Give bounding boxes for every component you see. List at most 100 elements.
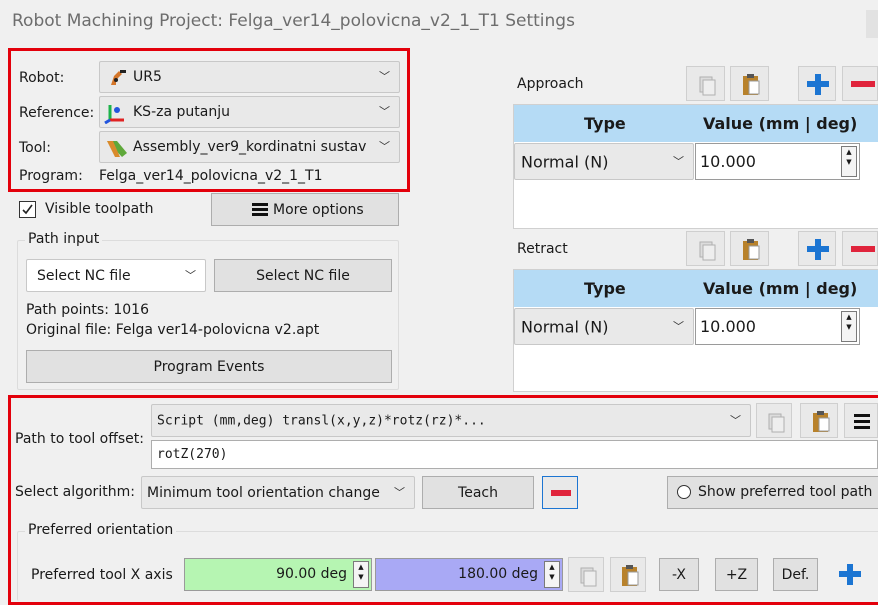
show-preferred-label: Show preferred tool path (698, 484, 873, 500)
approach-add-button[interactable] (798, 66, 836, 101)
retract-value-input[interactable]: 10.000 ▲ ▼ (695, 308, 860, 345)
nc-file-select[interactable]: Select NC file ﹀ (26, 259, 206, 292)
program-label: Program: (19, 168, 83, 184)
copy-icon (768, 413, 785, 433)
robot-label: Robot: (19, 70, 65, 86)
approach-paste-button[interactable] (730, 66, 769, 101)
minus-x-label: -X (672, 566, 686, 583)
algorithm-select[interactable]: Minimum tool orientation change ﹀ (141, 476, 415, 509)
paste-icon (743, 239, 760, 260)
tool-label: Tool: (19, 140, 51, 156)
plus-icon (807, 239, 829, 260)
chevron-down-icon: ﹀ (394, 485, 405, 499)
more-options-button[interactable]: More options (211, 193, 399, 226)
offset-expression-value: rotZ(270) (157, 447, 228, 462)
approach-copy-button[interactable] (686, 66, 725, 101)
minus-icon (851, 246, 875, 252)
robot-value: UR5 (133, 69, 162, 85)
original-file: Original file: Felga ver14-polovicna v2.… (26, 322, 320, 338)
preferred-value1: 90.00 deg (276, 566, 347, 582)
preferred-value2-input[interactable]: 180.00 deg ▲ ▼ (375, 558, 563, 591)
spin-arrows-icon[interactable]: ▲ ▼ (841, 146, 857, 177)
minus-icon (851, 81, 875, 87)
offset-menu-button[interactable] (844, 403, 878, 438)
retract-type-select[interactable]: Normal (N) ﹀ (514, 308, 694, 345)
retract-remove-button[interactable] (842, 231, 878, 266)
preferred-value2: 180.00 deg (458, 566, 538, 582)
chevron-down-icon: ﹀ (673, 319, 684, 333)
nc-file-select-value: Select NC file (37, 267, 131, 284)
teach-label: Teach (458, 484, 498, 501)
plus-icon (839, 564, 861, 585)
more-options-label: More options (273, 202, 364, 218)
reference-select[interactable]: KS-za putanju ﹀ (99, 96, 400, 128)
path-input-group-label: Path input (25, 231, 103, 247)
spin-arrows-icon[interactable]: ▲ ▼ (841, 311, 857, 342)
paste-icon (622, 565, 639, 586)
retract-paste-button[interactable] (730, 231, 769, 266)
retract-type-value: Normal (N) (521, 317, 609, 336)
window-edge-button[interactable] (866, 10, 878, 38)
tool-select[interactable]: Assembly_ver9_kordinatni sustav ﹀ (99, 131, 400, 163)
select-nc-file-label: Select NC file (256, 267, 350, 284)
hamburger-icon (854, 414, 870, 429)
offset-copy-button[interactable] (756, 403, 792, 438)
preferred-orientation-label: Preferred orientation (25, 522, 177, 538)
program-value: Felga_ver14_polovicna_v2_1_T1 (99, 168, 323, 184)
approach-remove-button[interactable] (842, 66, 878, 101)
visible-toolpath-checkbox[interactable] (19, 201, 36, 218)
robot-select[interactable]: UR5 ﹀ (99, 61, 400, 93)
algorithm-remove-button[interactable] (542, 476, 578, 509)
plus-z-label: +Z (725, 566, 748, 583)
offset-paste-button[interactable] (800, 403, 838, 438)
offset-expression-input[interactable]: rotZ(270) (151, 440, 878, 469)
radio-icon (677, 485, 691, 499)
tool-value: Assembly_ver9_kordinatni sustav (133, 139, 367, 155)
tool-icon (105, 137, 129, 159)
chevron-down-icon: ﹀ (379, 140, 390, 154)
preferred-paste-button[interactable] (610, 557, 646, 592)
retract-value: 10.000 (700, 317, 756, 336)
show-preferred-tool-path-button[interactable]: Show preferred tool path (667, 476, 878, 509)
chevron-down-icon: ﹀ (673, 154, 684, 168)
chevron-down-icon: ﹀ (379, 105, 390, 119)
chevron-down-icon: ﹀ (379, 70, 390, 84)
window-title: Robot Machining Project: Felga_ver14_pol… (12, 11, 575, 31)
approach-type-value: Normal (N) (521, 152, 609, 171)
plus-z-button[interactable]: +Z (715, 558, 758, 591)
path-points: Path points: 1016 (26, 302, 149, 318)
robot-icon (108, 68, 128, 88)
offset-script-select[interactable]: Script (mm,deg) transl(x,y,z)*rotz(rz)*.… (151, 404, 751, 437)
spin-arrows-icon[interactable]: ▲ ▼ (353, 561, 369, 588)
minus-icon (551, 490, 571, 496)
retract-copy-button[interactable] (686, 231, 725, 266)
algorithm-value: Minimum tool orientation change (147, 484, 380, 501)
select-nc-file-button[interactable]: Select NC file (214, 259, 392, 292)
preferred-x-axis-label: Preferred tool X axis (31, 567, 173, 583)
approach-header-type: Type (584, 114, 626, 133)
default-label: Def. (781, 566, 810, 583)
approach-label: Approach (517, 76, 584, 92)
visible-toolpath-label: Visible toolpath (45, 201, 154, 217)
paste-icon (813, 411, 830, 432)
approach-value-input[interactable]: 10.000 ▲ ▼ (695, 143, 860, 180)
program-events-button[interactable]: Program Events (26, 350, 392, 383)
retract-header-type: Type (584, 279, 626, 298)
retract-add-button[interactable] (798, 231, 836, 266)
path-offset-label: Path to tool offset: (15, 431, 144, 447)
preferred-copy-button[interactable] (568, 557, 604, 592)
retract-header-value: Value (mm | deg) (703, 279, 858, 298)
plus-icon (807, 74, 829, 95)
approach-value: 10.000 (700, 152, 756, 171)
copy-icon (699, 241, 716, 261)
preferred-add-button[interactable] (833, 558, 867, 591)
offset-script-value: Script (mm,deg) transl(x,y,z)*rotz(rz)*.… (157, 413, 486, 428)
minus-x-button[interactable]: -X (659, 558, 699, 591)
hamburger-icon (252, 202, 268, 216)
approach-type-select[interactable]: Normal (N) ﹀ (514, 143, 694, 180)
reference-value: KS-za putanju (133, 104, 230, 120)
teach-button[interactable]: Teach (422, 476, 534, 509)
preferred-value1-input[interactable]: 90.00 deg ▲ ▼ (184, 558, 372, 591)
spin-arrows-icon[interactable]: ▲ ▼ (544, 561, 560, 588)
default-button[interactable]: Def. (773, 558, 818, 591)
